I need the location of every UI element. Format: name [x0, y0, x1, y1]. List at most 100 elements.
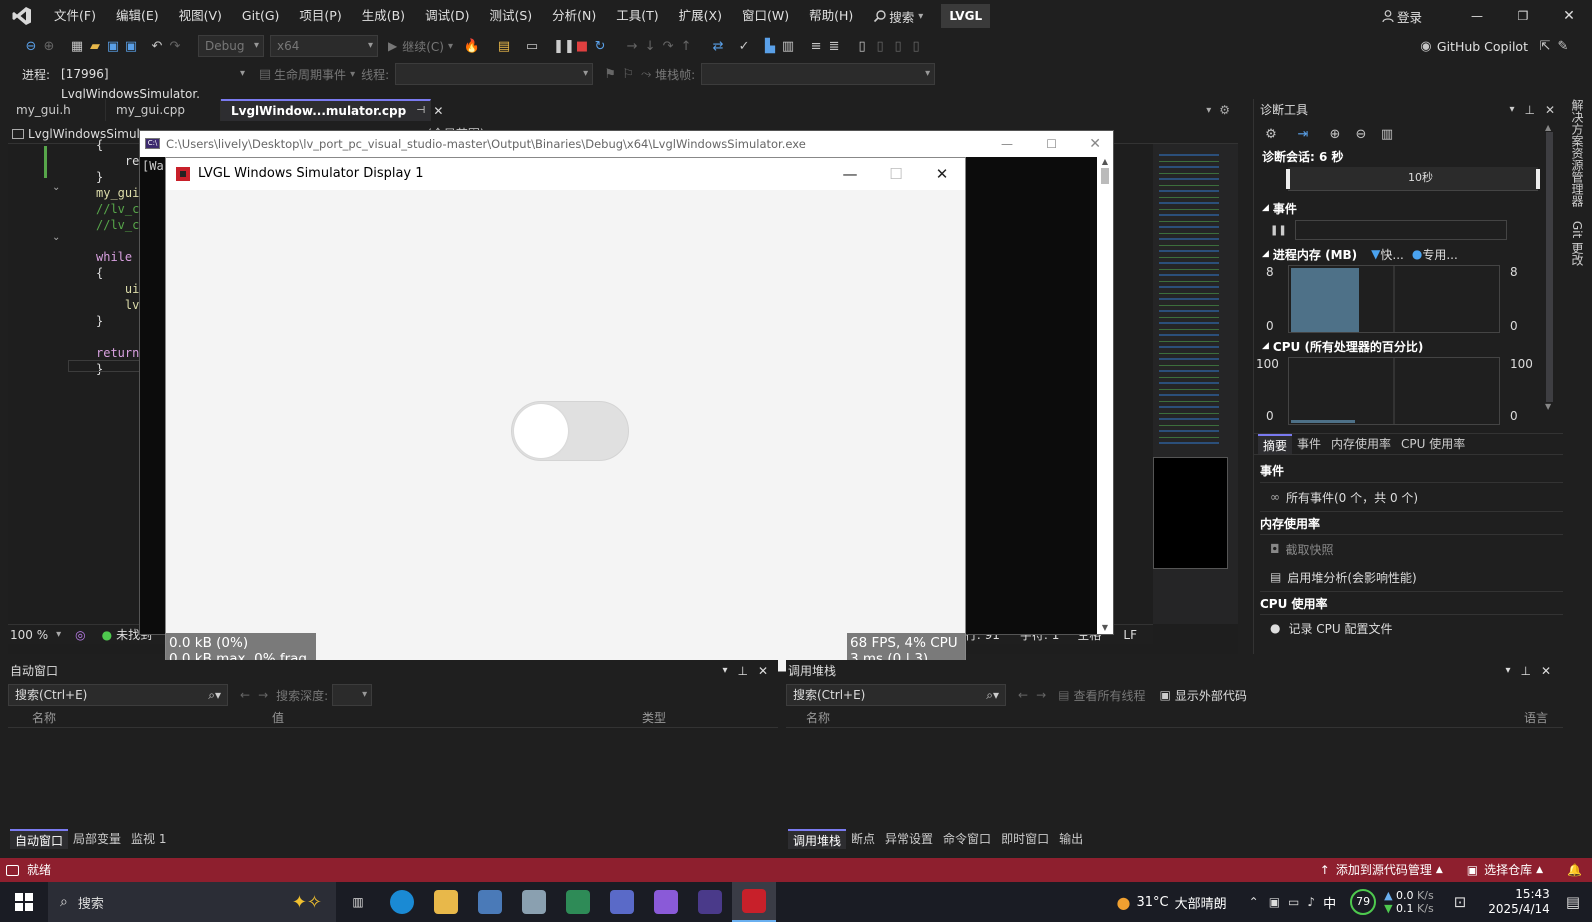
notification-bell-icon[interactable]: 🔔	[1567, 858, 1582, 882]
summary-all-events-link[interactable]: ∞ 所有事件(0 个，共 0 个)	[1260, 483, 1563, 511]
close-icon[interactable]: ✕	[758, 660, 768, 682]
pause-icon[interactable]: ❚❚	[553, 37, 575, 55]
step-arrow-icon[interactable]: →	[623, 37, 641, 55]
feedback-icon[interactable]: ✎	[1554, 37, 1572, 55]
maximize-icon[interactable]: ❐	[1500, 9, 1546, 23]
panel-menu-icon[interactable]: ▾	[1509, 99, 1514, 121]
take-snapshot-button[interactable]: ◘ 截取快照	[1260, 535, 1563, 563]
volume-icon[interactable]: ♪	[1307, 895, 1315, 909]
layout-icon[interactable]: ▭	[523, 37, 541, 55]
cpu-graph[interactable]	[1288, 357, 1500, 425]
tab-close-icon[interactable]: ✕	[433, 100, 443, 122]
hot-reload-icon[interactable]: 🔥	[463, 37, 481, 55]
share-icon[interactable]: ⇱	[1536, 37, 1554, 55]
taskbar-search[interactable]: ⌕ 搜索 ✦✧	[48, 882, 336, 922]
menu-item[interactable]: 分析(N)	[542, 0, 606, 32]
console-scrollbar[interactable]: ▲ ▼	[1097, 157, 1113, 634]
menu-item[interactable]: 视图(V)	[169, 0, 232, 32]
search-button[interactable]: 搜索 ▾	[871, 7, 923, 26]
add-to-source-control[interactable]: 添加到源代码管理	[1336, 858, 1432, 882]
record-cpu-profile-button[interactable]: ● 记录 CPU 配置文件	[1260, 615, 1563, 641]
column-value[interactable]: 值	[272, 708, 642, 728]
memory-graph[interactable]	[1288, 265, 1500, 333]
solution-name-badge[interactable]: LVGL	[941, 4, 991, 28]
zoom-level[interactable]: 100 %	[10, 628, 48, 642]
login-button[interactable]: 登录	[1379, 7, 1422, 26]
tab-events[interactable]: 事件	[1292, 434, 1326, 454]
platform-select[interactable]: x64	[270, 35, 378, 57]
pause-icon[interactable]: ❚❚	[1270, 225, 1287, 236]
tab-memory-usage[interactable]: 内存使用率	[1326, 434, 1396, 454]
pin-icon[interactable]: ⊥	[1520, 660, 1530, 682]
events-section-header[interactable]: ◢ 事件	[1254, 197, 1563, 219]
breakpoint-icon[interactable]: ▙	[761, 37, 779, 55]
close-icon[interactable]: ✕	[1546, 8, 1592, 24]
autos-table-body[interactable]	[8, 728, 778, 828]
step-out-icon[interactable]: ↑	[677, 37, 695, 55]
save-all-icon[interactable]: ▣	[122, 37, 140, 55]
diag-scrollbar-top[interactable]: ▲ ▼	[1545, 123, 1555, 433]
panel-menu-icon[interactable]: ▾	[1505, 660, 1510, 682]
outdent-icon[interactable]: ≣	[825, 37, 843, 55]
lvgl-app-icon[interactable]	[732, 882, 776, 922]
switch-knob[interactable]	[514, 404, 568, 458]
timeline-end-handle[interactable]	[1536, 169, 1540, 189]
autos-search-input[interactable]: 搜索(Ctrl+E) ⌕▾	[8, 684, 228, 706]
search-depth-select[interactable]	[332, 684, 373, 706]
column-name[interactable]: 名称	[806, 708, 1524, 728]
zoom-out-icon[interactable]: ⊖	[1352, 125, 1370, 143]
bookmark-prev-icon[interactable]: ▯	[871, 37, 889, 55]
diagnostic-icon[interactable]: ⇄	[709, 37, 727, 55]
enable-heap-profiling-button[interactable]: ▤ 启用堆分析(会影响性能)	[1260, 563, 1563, 591]
tab-call-stack[interactable]: 调用堆栈	[788, 829, 847, 849]
tab-output[interactable]: 输出	[1054, 829, 1088, 849]
side-tab-git-changes[interactable]: Git 更改	[1570, 221, 1584, 266]
tab-my-gui-cpp[interactable]: my_gui.cpp	[106, 99, 221, 121]
tab-breakpoints[interactable]: 断点	[846, 829, 880, 849]
configuration-select[interactable]: Debug	[198, 35, 264, 57]
minimize-icon[interactable]: —	[1454, 9, 1500, 23]
collapse-icon[interactable]: ⌄	[52, 182, 60, 193]
show-external-code-button[interactable]: 显示外部代码	[1175, 687, 1247, 704]
menu-item[interactable]: 项目(P)	[289, 0, 351, 32]
maximize-icon[interactable]: ☐	[1046, 131, 1057, 157]
column-language[interactable]: 语言	[1524, 708, 1548, 728]
bookmark-next-icon[interactable]: ▯	[889, 37, 907, 55]
forward-arrow-icon[interactable]: →	[258, 688, 268, 702]
menu-item[interactable]: 生成(B)	[352, 0, 415, 32]
pin-icon[interactable]: ⊥	[737, 660, 747, 682]
chart-icon[interactable]: ▥	[1378, 125, 1396, 143]
column-name[interactable]: 名称	[32, 708, 272, 728]
tray-chevron-icon[interactable]: ⌃	[1249, 895, 1259, 909]
callstack-table-body[interactable]	[786, 728, 1563, 828]
lvgl-title-bar[interactable]: LVGL Windows Simulator Display 1 — ☐ ✕	[166, 158, 965, 190]
maximize-icon[interactable]: ☐	[873, 158, 919, 190]
panel-menu-icon[interactable]: ▾	[722, 660, 727, 682]
thread-select[interactable]	[395, 63, 594, 85]
menu-item[interactable]: Git(G)	[232, 0, 290, 32]
console-title-bar[interactable]: C:\ C:\Users\lively\Desktop\lv_port_pc_v…	[140, 131, 1113, 157]
app-icon-3[interactable]	[600, 882, 644, 922]
continue-button[interactable]: ▶ 继续(C) ▾	[388, 38, 453, 55]
app-icon-2[interactable]	[512, 882, 556, 922]
tab-autos[interactable]: 自动窗口	[10, 829, 69, 849]
diag-timeline[interactable]: 10秒	[1286, 167, 1540, 191]
redo-icon[interactable]: ↷	[166, 37, 184, 55]
file-explorer-icon[interactable]	[424, 882, 468, 922]
callstack-search-input[interactable]: 搜索(Ctrl+E) ⌕▾	[786, 684, 1006, 706]
line-ending-indicator[interactable]: LF	[1123, 628, 1137, 642]
close-icon[interactable]: ✕	[1089, 131, 1101, 157]
task-view-icon[interactable]: ▥	[336, 882, 380, 922]
app-icon-1[interactable]	[468, 882, 512, 922]
weather-temp[interactable]: 31°C	[1137, 895, 1169, 910]
settings-gear-icon[interactable]: ⚙	[1219, 103, 1230, 117]
flag-filter-icon[interactable]: ⚐	[619, 65, 637, 83]
back-arrow-icon[interactable]: ←	[1018, 688, 1028, 702]
menu-item[interactable]: 帮助(H)	[799, 0, 863, 32]
close-icon[interactable]: ✕	[1541, 660, 1551, 682]
lvgl-simulator-window[interactable]: LVGL Windows Simulator Display 1 — ☐ ✕ 0…	[165, 157, 966, 672]
close-icon[interactable]: ✕	[1545, 99, 1555, 121]
clock[interactable]: 15:43 2025/4/14	[1488, 887, 1550, 917]
spell-icon[interactable]: ✓	[735, 37, 753, 55]
collapse-icon[interactable]: ⌄	[52, 232, 60, 243]
